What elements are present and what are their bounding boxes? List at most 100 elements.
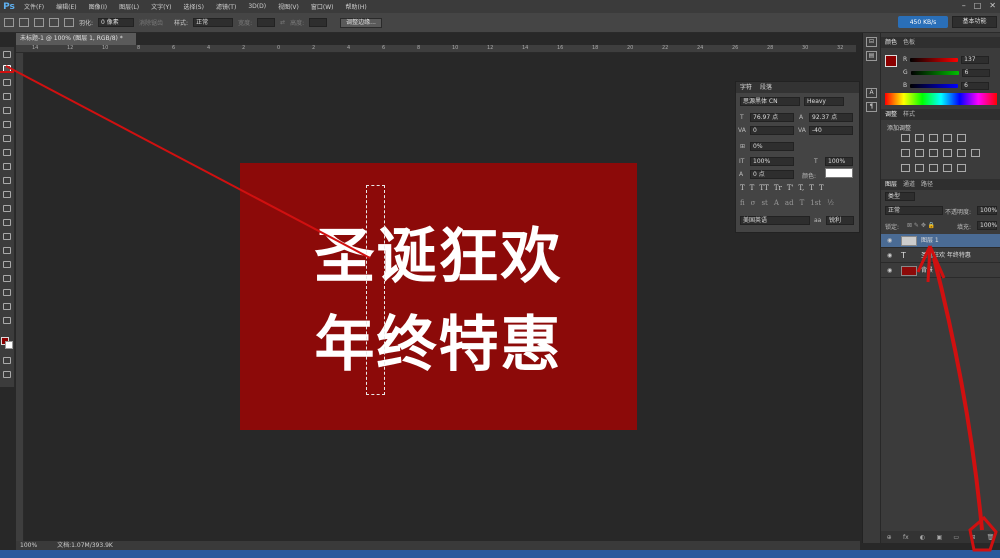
link-layers-icon[interactable]: ⊕ [887, 534, 892, 541]
background-color-swatch[interactable] [5, 341, 13, 349]
move-tool-icon[interactable] [3, 51, 11, 58]
quick-mask-icon[interactable] [3, 357, 11, 364]
channel-value-input[interactable]: 137 [961, 55, 990, 64]
brightness-icon[interactable] [901, 134, 910, 142]
zoom-level[interactable]: 100% [20, 541, 37, 550]
add-mask-icon[interactable]: ◐ [920, 534, 925, 541]
blend-mode-select[interactable]: 正常 [885, 206, 943, 215]
titling-alternates-button[interactable]: T [800, 199, 805, 207]
strikethrough-button[interactable]: T [819, 184, 824, 192]
channel-value-input[interactable]: 6 [961, 81, 990, 90]
leading-input[interactable]: 92.37 点 [809, 113, 853, 122]
quick-selection-tool-icon[interactable] [3, 93, 11, 100]
eyedropper-tool-icon[interactable] [3, 121, 11, 128]
layer-name[interactable]: 图层 1 [921, 234, 939, 248]
menu-3d[interactable]: 3D(D) [242, 3, 272, 10]
invert-icon[interactable] [901, 164, 910, 172]
color-lookup-icon[interactable] [971, 149, 980, 157]
marquee-tool-icon[interactable] [4, 18, 14, 27]
history-brush-tool-icon[interactable] [3, 177, 11, 184]
underline-button[interactable]: T [809, 184, 814, 192]
paragraph-icon[interactable]: ¶ [866, 102, 877, 112]
font-family-select[interactable]: 思源黑体 CN [740, 97, 800, 106]
rectangle-tool-icon[interactable] [3, 289, 11, 296]
ordinals-button[interactable]: 1st [810, 199, 821, 207]
black-white-icon[interactable] [929, 149, 938, 157]
posterize-icon[interactable] [915, 164, 924, 172]
menu-edit[interactable]: 编辑(E) [50, 2, 82, 11]
history-icon[interactable]: ⊟ [866, 37, 877, 47]
properties-icon[interactable]: ▤ [866, 51, 877, 61]
add-selection-icon[interactable] [34, 18, 44, 27]
crop-tool-icon[interactable] [3, 107, 11, 114]
layer-row[interactable]: ◉ 背景 [881, 264, 1000, 278]
stylistic-alternates-button[interactable]: ad [785, 199, 794, 207]
tab-paths[interactable]: 路径 [921, 179, 933, 190]
menu-layer[interactable]: 图层(L) [113, 2, 145, 11]
healing-brush-tool-icon[interactable] [3, 135, 11, 142]
vertical-scale-input[interactable]: 100% [750, 157, 794, 166]
levels-icon[interactable] [915, 134, 924, 142]
hue-saturation-icon[interactable] [901, 149, 910, 157]
lock-icons[interactable]: ⊠ ✎ ✥ 🔒 [907, 222, 935, 229]
menu-type[interactable]: 文字(Y) [145, 2, 177, 11]
selective-color-icon[interactable] [943, 164, 952, 172]
channel-slider[interactable] [910, 83, 959, 88]
contextual-alternates-button[interactable]: σ [751, 199, 756, 207]
channel-mixer-icon[interactable] [957, 149, 966, 157]
text-color-swatch[interactable] [825, 168, 853, 178]
adjustment-layer-icon[interactable]: ▣ [936, 534, 942, 541]
channel-slider[interactable] [910, 70, 959, 75]
language-select[interactable]: 美国英语 [740, 216, 810, 225]
faux-bold-button[interactable]: T [740, 184, 745, 192]
fx-icon[interactable]: fx [903, 534, 909, 541]
fractions-button[interactable]: ½ [827, 199, 834, 207]
hand-tool-icon[interactable] [3, 303, 11, 310]
layer-filter-select[interactable]: 类型 [885, 192, 915, 201]
type-tool-icon[interactable] [3, 261, 11, 268]
minimize-icon[interactable]: – [962, 1, 966, 10]
small-caps-button[interactable]: Tr [774, 184, 782, 192]
clone-stamp-tool-icon[interactable] [3, 163, 11, 170]
menu-filter[interactable]: 滤镜(T) [210, 2, 242, 11]
trash-icon[interactable]: 🗑 [987, 534, 995, 541]
close-icon[interactable]: ✕ [989, 1, 996, 10]
new-group-icon[interactable]: ▭ [953, 534, 959, 541]
subtract-selection-icon[interactable] [49, 18, 59, 27]
brush-tool-icon[interactable] [3, 149, 11, 156]
menu-window[interactable]: 窗口(W) [305, 2, 340, 11]
ligature-button[interactable]: fi [740, 199, 745, 207]
proportional-spacing-input[interactable]: 0% [750, 142, 794, 151]
rectangular-marquee-tool-icon[interactable] [3, 65, 11, 72]
tab-styles[interactable]: 样式 [903, 109, 915, 120]
superscript-button[interactable]: T' [787, 184, 794, 192]
menu-select[interactable]: 选择(S) [177, 2, 210, 11]
tracking-input[interactable]: -40 [809, 126, 853, 135]
color-panel-foreground-swatch[interactable] [885, 55, 897, 67]
menu-help[interactable]: 帮助(H) [340, 2, 373, 11]
layer-row[interactable]: ◉ 图层 1 [881, 234, 1000, 248]
workspace-select[interactable]: 基本功能 [952, 16, 997, 28]
document-tab[interactable]: 未标题-1 @ 100% (图层 1, RGB/8) * [16, 33, 136, 45]
layer-name[interactable]: 圣诞狂欢 年终特惠 [921, 249, 971, 263]
tab-channels[interactable]: 通道 [903, 179, 915, 190]
tab-paragraph[interactable]: 段落 [760, 82, 772, 93]
eraser-tool-icon[interactable] [3, 191, 11, 198]
antialias-checkbox[interactable]: 消除锯齿 [139, 18, 163, 27]
baseline-shift-input[interactable]: 0 点 [750, 170, 794, 179]
style-select[interactable]: 正常 [193, 18, 234, 27]
character-icon[interactable]: A [866, 88, 877, 98]
tab-adjustments[interactable]: 调整 [885, 109, 897, 120]
exposure-icon[interactable] [943, 134, 952, 142]
document-size[interactable]: 文档:1.07M/393.9K [57, 541, 113, 550]
refine-edge-button[interactable]: 调整边缘... [340, 17, 382, 28]
layer-name[interactable]: 背景 [921, 264, 933, 278]
pen-tool-icon[interactable] [3, 247, 11, 254]
curves-icon[interactable] [929, 134, 938, 142]
kerning-input[interactable]: 0 [750, 126, 794, 135]
lasso-tool-icon[interactable] [3, 79, 11, 86]
vibrance-icon[interactable] [957, 134, 966, 142]
screen-mode-icon[interactable] [3, 371, 11, 378]
menu-file[interactable]: 文件(F) [18, 2, 50, 11]
visibility-eye-icon[interactable]: ◉ [887, 264, 892, 278]
